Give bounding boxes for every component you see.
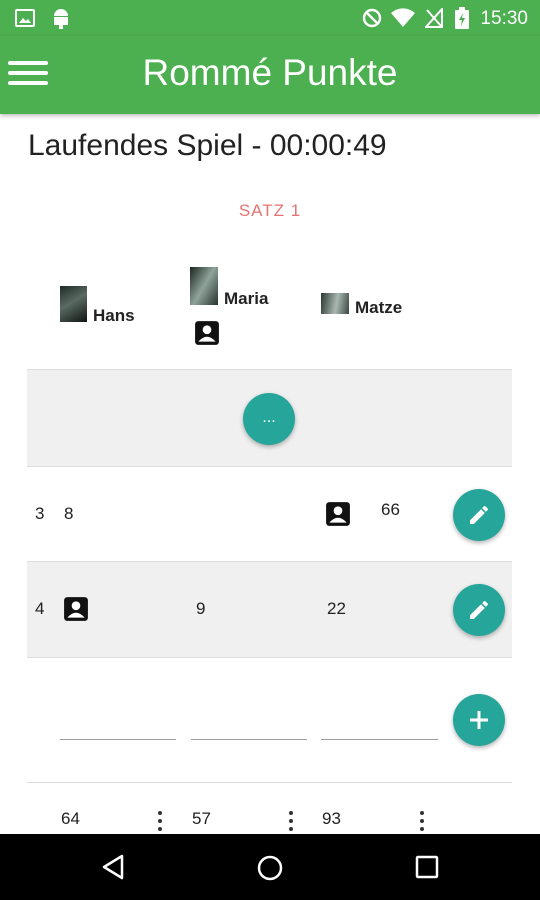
more-vert-icon[interactable]	[157, 811, 163, 834]
more-vert-icon[interactable]	[288, 811, 294, 834]
contact-icon	[195, 321, 219, 345]
recents-icon[interactable]	[415, 855, 439, 879]
contact-icon	[326, 502, 350, 526]
player-name: Maria	[224, 289, 269, 308]
image-notification-icon	[15, 9, 35, 27]
player-avatar	[60, 286, 87, 322]
wifi-icon	[391, 8, 415, 27]
edit-icon	[470, 505, 488, 524]
do-not-disturb-icon	[362, 8, 382, 28]
battery-charging-icon	[455, 7, 469, 29]
more-vert-icon[interactable]	[419, 811, 425, 834]
more-row: ...	[27, 370, 512, 466]
score-input-hans[interactable]	[60, 739, 176, 740]
app-bar: Rommé Punkte	[0, 36, 540, 114]
totals-row: 64 57 93	[27, 783, 512, 834]
player-name: Hans	[93, 306, 135, 325]
score-cell-maria: 9	[196, 599, 206, 618]
game-title: Laufendes Spiel - 00:00:49	[28, 129, 387, 162]
add-row-button[interactable]	[453, 694, 505, 746]
home-icon[interactable]	[256, 854, 284, 882]
no-signal-icon	[425, 8, 443, 28]
total-maria: 57	[192, 809, 211, 828]
status-bar: 15:30	[0, 0, 540, 36]
status-time: 15:30	[480, 8, 528, 29]
app-title: Rommé Punkte	[142, 52, 398, 93]
contact-icon	[64, 597, 88, 621]
back-icon[interactable]	[100, 853, 126, 881]
edit-row-button[interactable]	[453, 584, 505, 636]
edit-row-button[interactable]	[453, 489, 505, 541]
player-name: Matze	[355, 298, 403, 317]
total-hans: 64	[61, 809, 80, 828]
edit-icon	[470, 600, 488, 619]
total-matze: 93	[322, 809, 341, 828]
score-input-matze[interactable]	[321, 739, 438, 740]
score-cell-hans: 8	[64, 504, 74, 523]
score-cell-matze: 22	[327, 599, 346, 618]
add-icon	[470, 711, 488, 729]
android-icon	[54, 9, 68, 29]
input-row	[27, 658, 512, 782]
player-avatar	[190, 267, 218, 305]
navigation-bar	[0, 834, 540, 900]
round-number: 3	[35, 504, 45, 523]
score-row: 3 8 66	[27, 467, 512, 561]
more-button[interactable]: ...	[243, 393, 295, 445]
score-row: 4 9 22	[27, 562, 512, 657]
score-cell-matze: 66	[381, 500, 400, 519]
round-number: 4	[35, 599, 45, 618]
round-label[interactable]: SATZ 1	[0, 201, 540, 221]
player-avatar	[321, 293, 349, 314]
score-input-maria[interactable]	[191, 739, 307, 740]
